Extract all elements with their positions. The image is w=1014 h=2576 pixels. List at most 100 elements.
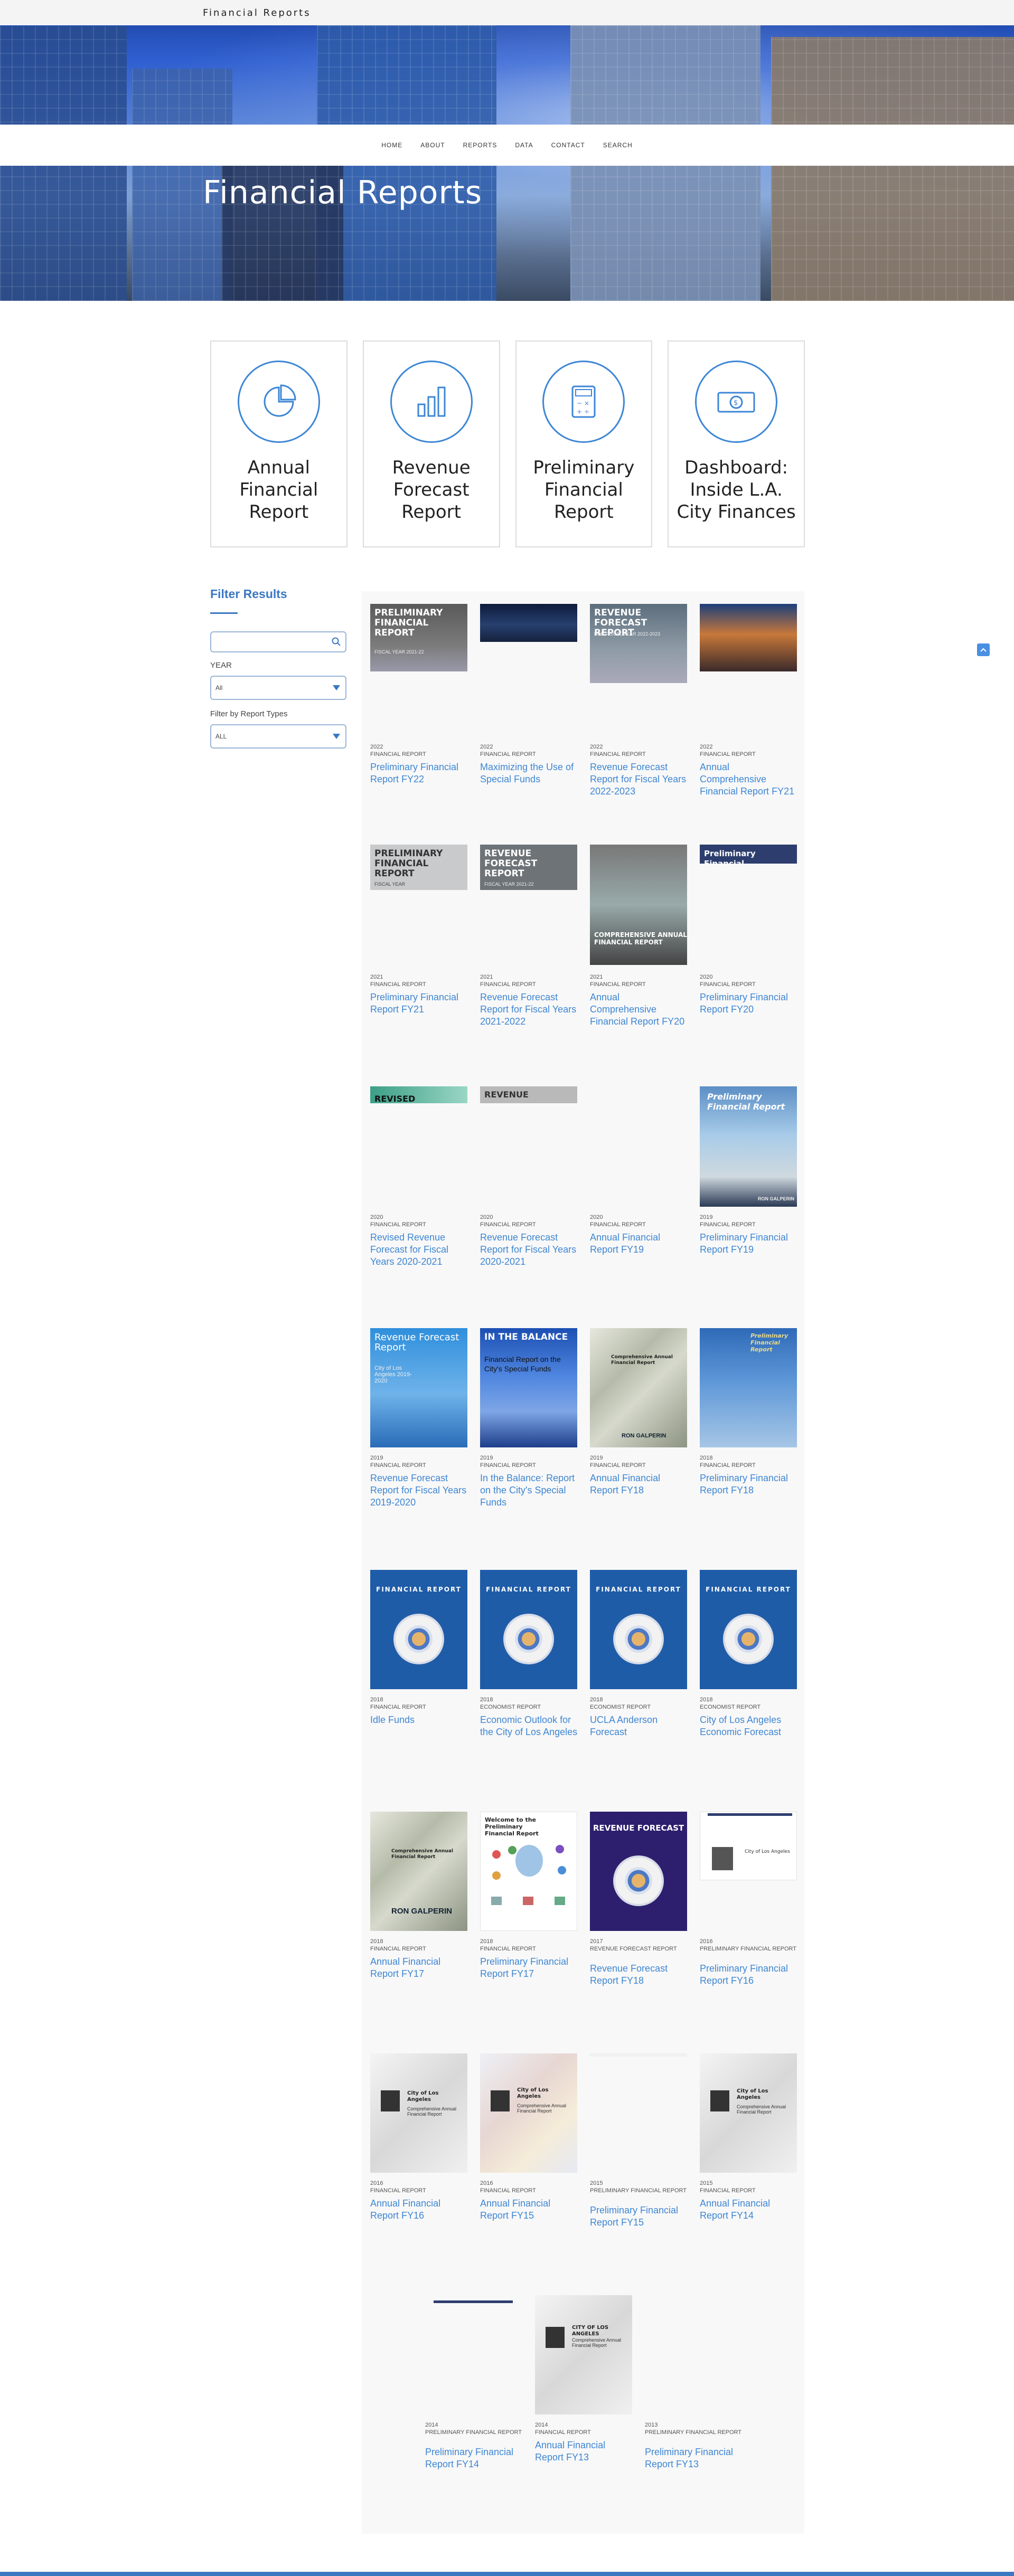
report-thumbnail[interactable]: PRELIMINARY FINANCIAL REPORT FISCAL YEAR [370,845,467,890]
report-title[interactable]: Annual Comprehensive Financial Report FY… [590,991,688,1028]
site-name[interactable]: Financial Reports [203,7,311,18]
report-type: FINANCIAL REPORT [480,751,536,757]
report-title[interactable]: Preliminary Financial Report FY15 [590,2204,688,2229]
report-title[interactable]: Annual Financial Report FY14 [700,2198,798,2222]
report-type: ECONOMIST REPORT [700,1704,761,1710]
report-title[interactable]: Preliminary Financial Report FY18 [700,1472,798,1497]
report-thumbnail[interactable]: REVENUE FORECAST [590,1812,687,1931]
nav-data[interactable]: DATA [515,141,533,149]
report-thumbnail[interactable]: FINANCIAL REPORT [480,1570,577,1689]
thumbnail-bar [708,1813,792,1816]
report-year: 2021 [590,974,603,980]
thumbnail-title: IN THE BALANCE [484,1332,568,1342]
report-title[interactable]: Annual Financial Report FY16 [370,2198,468,2222]
report-title[interactable]: Preliminary Financial Report FY20 [700,991,798,1016]
report-thumbnail[interactable]: FINANCIAL REPORT [590,1570,687,1689]
report-title[interactable]: Revised Revenue Forecast for Fiscal Year… [370,1232,468,1268]
search-icon[interactable] [332,637,341,649]
report-thumbnail[interactable]: City of Los Angeles Comprehensive Annual… [700,2053,797,2173]
report-thumbnail[interactable]: City of Los Angeles Comprehensive Annual… [370,2053,467,2173]
report-thumbnail[interactable]: IN THE BALANCE Financial Report on the C… [480,1328,577,1447]
report-thumbnail[interactable] [425,2295,522,2414]
report-thumbnail[interactable]: REVENUE [480,1086,577,1103]
report-title[interactable]: Annual Financial Report FY13 [535,2439,633,2464]
card-preliminary-financial-report[interactable]: − × + ÷ Preliminary Financial Report [515,340,653,547]
report-year: 2022 [370,744,383,750]
report-thumbnail[interactable]: City of Los Angeles [700,1812,797,1880]
report-year: 2022 [480,744,493,750]
report-title[interactable]: Maximizing the Use of Special Funds [480,761,578,785]
report-thumbnail[interactable]: Welcome to the Preliminary Financial Rep… [480,1812,577,1931]
report-title[interactable]: Annual Comprehensive Financial Report FY… [700,761,798,798]
money-bill-icon: $ [695,361,778,443]
report-thumbnail[interactable]: REVENUE FORECAST REPORT FOR FISCAL YEAR … [590,604,687,683]
report-title[interactable]: Preliminary Financial Report FY14 [425,2446,523,2470]
report-thumbnail[interactable]: PRELIMINARY FINANCIAL REPORT FISCAL YEAR… [370,604,467,671]
thumbnail-subtitle: City of Los Angeles 2019-2020 [374,1365,412,1384]
report-year: 2021 [480,974,493,980]
report-thumbnail[interactable]: REVISED [370,1086,467,1103]
report-thumbnail[interactable]: REVENUE FORECAST REPORT FISCAL YEAR 2021… [480,845,577,890]
report-thumbnail[interactable]: Comprehensive Annual Financial Report RO… [370,1812,467,1931]
report-thumbnail[interactable] [480,604,577,642]
nav-about[interactable]: ABOUT [420,141,445,149]
card-revenue-forecast-report[interactable]: Revenue Forecast Report [362,340,500,547]
report-title[interactable]: Annual Financial Report FY18 [590,1472,688,1497]
report-title[interactable]: UCLA Anderson Forecast [590,1714,688,1738]
report-title[interactable]: Idle Funds [370,1714,468,1726]
report-title[interactable]: Annual Financial Report FY19 [590,1232,688,1256]
report-title[interactable]: Preliminary Financial Report FY19 [700,1232,798,1256]
report-title[interactable]: Annual Financial Report FY15 [480,2198,578,2222]
report-title[interactable]: Preliminary Financial Report FY22 [370,761,468,785]
filter-title: Filter Results [210,587,287,601]
report-thumbnail[interactable]: CITY OF LOS ANGELES Comprehensive Annual… [535,2295,632,2414]
report-thumbnail[interactable] [590,2053,687,2057]
nav-reports[interactable]: REPORTS [463,141,497,149]
report-thumbnail[interactable]: FINANCIAL REPORT [700,1570,797,1689]
nav-contact[interactable]: CONTACT [551,141,585,149]
report-thumbnail[interactable]: FINANCIAL REPORT [370,1570,467,1689]
report-title[interactable]: Preliminary Financial Report FY21 [370,991,468,1016]
report-title[interactable]: Preliminary Financial Report FY16 [700,1963,798,1987]
thumbnail-title: City of Los Angeles [517,2087,549,2099]
report-title[interactable]: Economic Outlook for the City of Los Ang… [480,1714,578,1738]
report-thumbnail[interactable]: COMPREHENSIVE ANNUAL FINANCIAL REPORT [590,845,687,965]
report-thumbnail[interactable]: Preliminary Financial Report [700,1328,797,1447]
thumbnail-subtitle: Comprehensive Annual Financial Report [737,2104,786,2115]
report-title[interactable]: Preliminary Financial Report FY17 [480,1956,578,1980]
city-seal [393,1614,444,1664]
report-title[interactable]: Revenue Forecast Report FY18 [590,1963,688,1987]
card-annual-financial-report[interactable]: Annual Financial Report [210,340,348,547]
report-year: 2016 [370,2180,383,2186]
report-type-select[interactable]: ALL [210,724,346,749]
report-thumbnail[interactable]: Revenue Forecast Report City of Los Ange… [370,1328,467,1447]
nav-home[interactable]: HOME [381,141,402,149]
card-dashboard[interactable]: $ Dashboard: Inside L.A. City Finances [668,340,805,547]
report-title[interactable]: Revenue Forecast Report for Fiscal Years… [590,761,688,798]
report-title[interactable]: Preliminary Financial Report FY13 [645,2446,743,2470]
report-thumbnail[interactable]: Comprehensive Annual Financial Report RO… [590,1328,687,1447]
report-title[interactable]: Revenue Forecast Report for Fiscal Years… [480,991,578,1028]
building [771,37,1014,301]
report-thumbnail[interactable]: Preliminary Financial [700,845,797,864]
report-thumbnail[interactable]: City of Los Angeles Comprehensive Annual… [480,2053,577,2173]
report-thumbnail[interactable]: Preliminary Financial Report RON GALPERI… [700,1086,797,1207]
city-seal [613,1855,664,1906]
report-type: FINANCIAL REPORT [700,2187,756,2194]
nav-search[interactable]: SEARCH [603,141,633,149]
report-title[interactable]: Revenue Forecast Report for Fiscal Years… [370,1472,468,1509]
report-thumbnail[interactable] [700,604,797,671]
report-title[interactable]: Revenue Forecast Report for Fiscal Years… [480,1232,578,1268]
report-title[interactable]: City of Los Angeles Economic Forecast [700,1714,798,1738]
scroll-top-button[interactable] [977,643,990,656]
year-select[interactable]: All [210,676,346,700]
thumbnail-photo [546,2327,565,2348]
report-year: 2020 [590,1214,603,1220]
report-type: ECONOMIST REPORT [590,1704,651,1710]
report-title[interactable]: Annual Financial Report FY17 [370,1956,468,1980]
main-nav: HOME ABOUT REPORTS DATA CONTACT SEARCH [0,125,1014,166]
report-year: 2018 [480,1938,493,1945]
search-input[interactable] [210,631,346,652]
thumbnail-subtitle: RON GALPERIN [758,1196,795,1201]
report-title[interactable]: In the Balance: Report on the City's Spe… [480,1472,578,1509]
